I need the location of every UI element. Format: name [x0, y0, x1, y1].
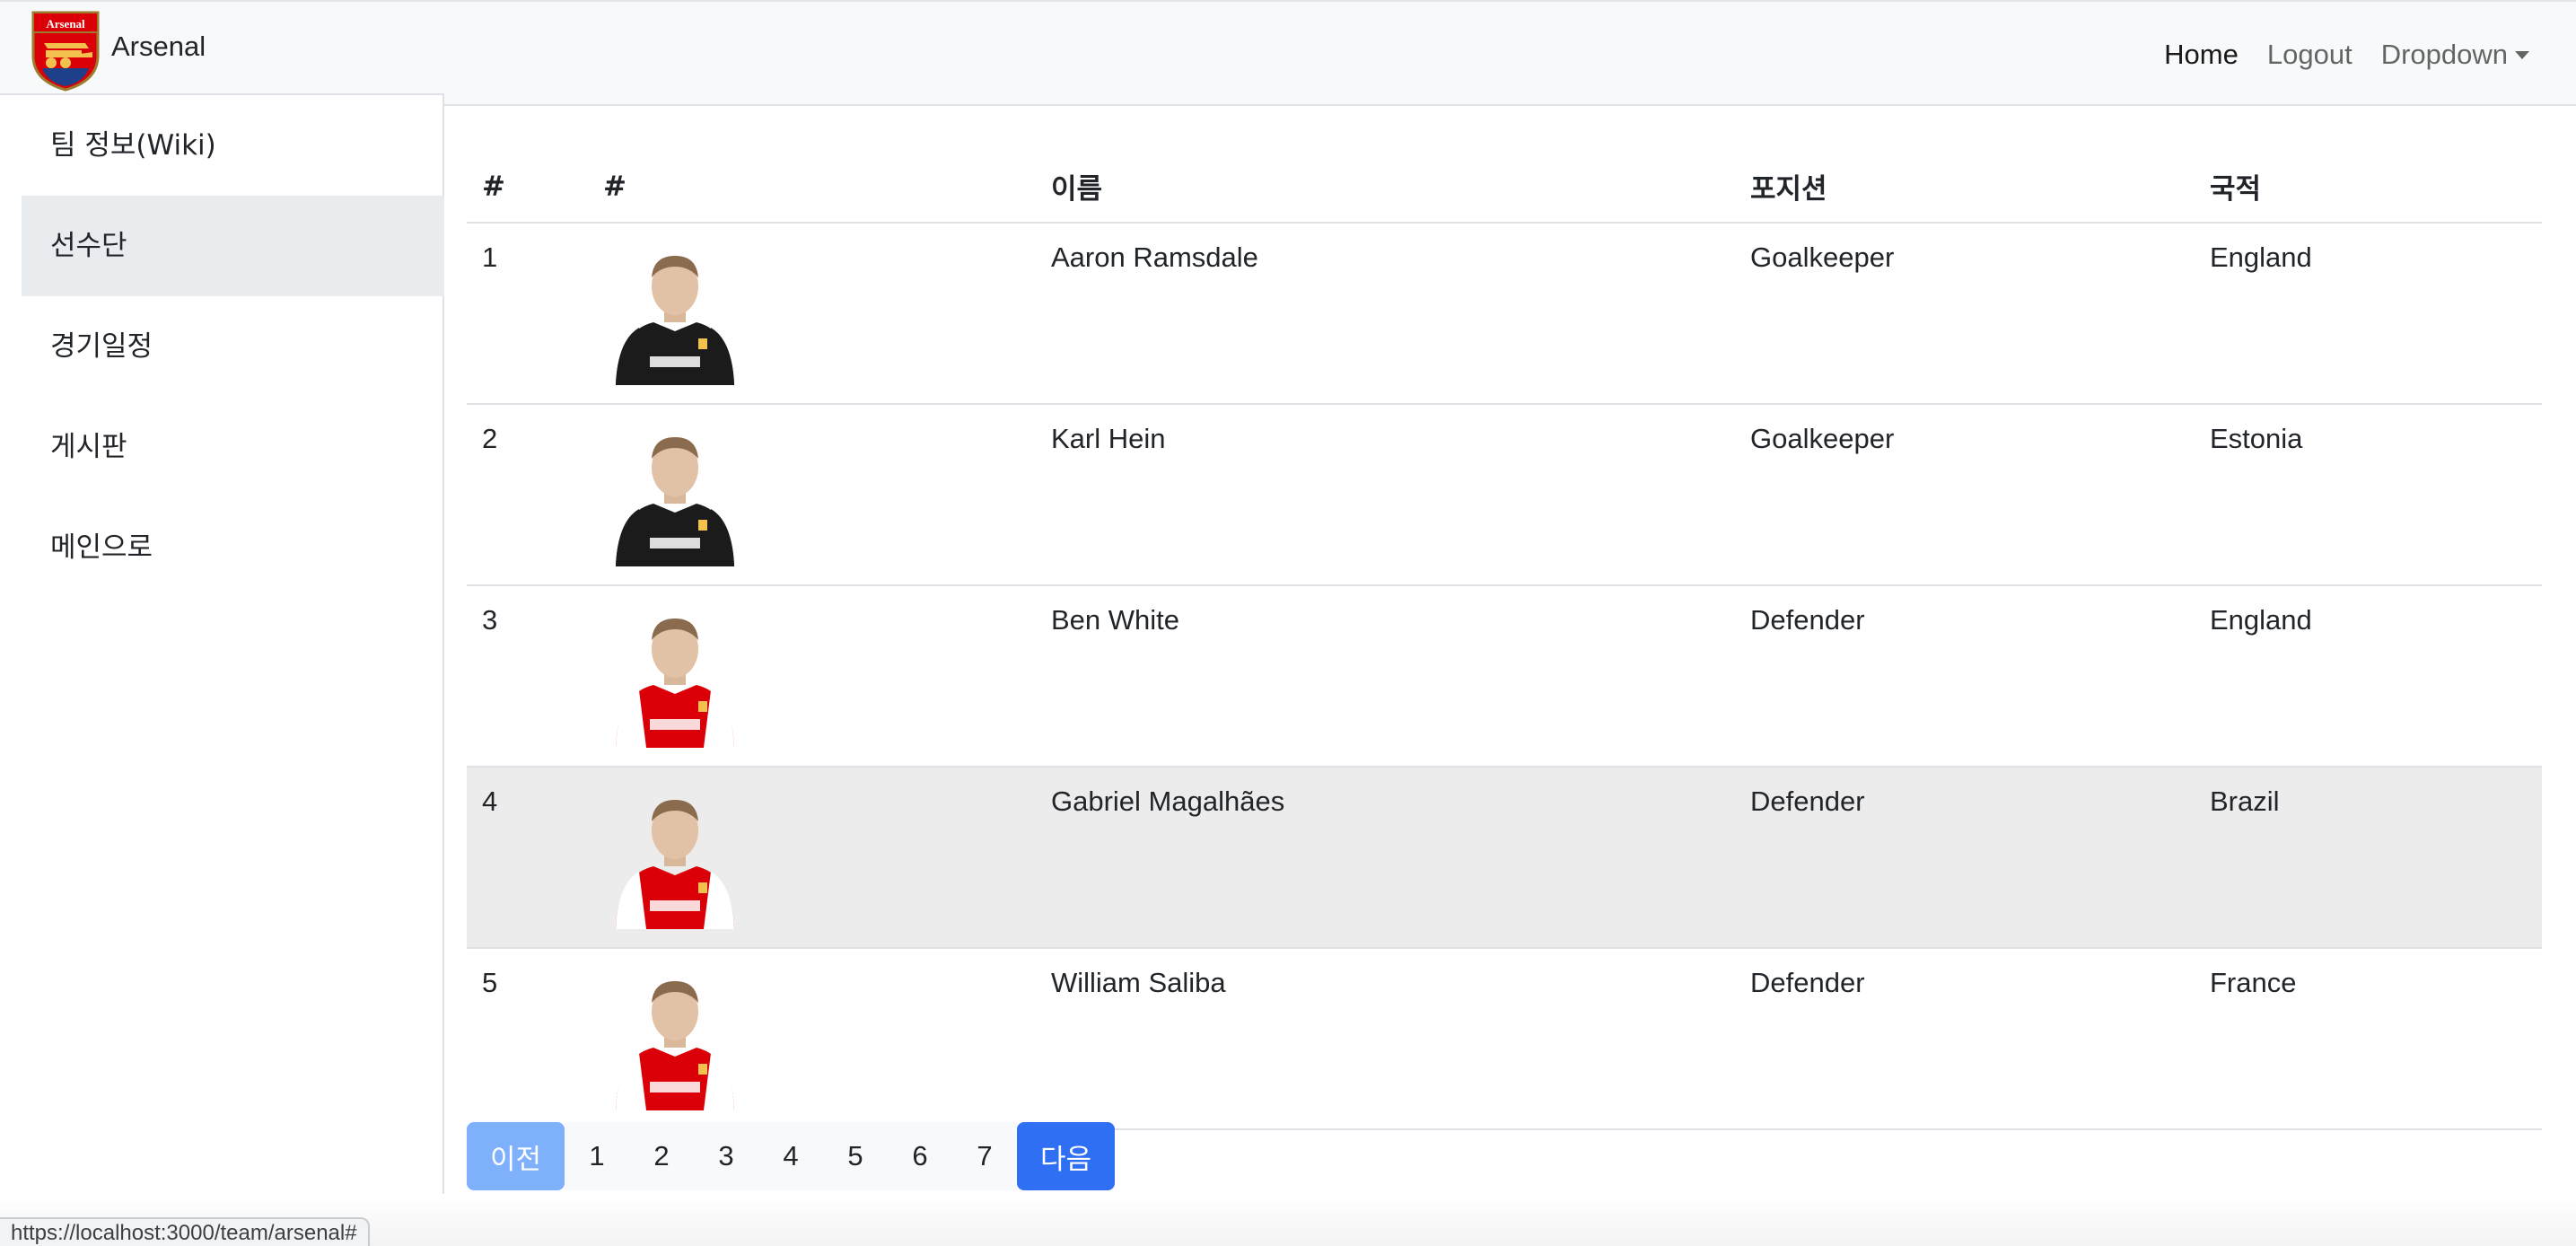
page-button-4[interactable]: 4 [758, 1122, 824, 1190]
player-photo [603, 785, 747, 929]
player-nationality: England [2195, 585, 2542, 768]
player-photo-cell [588, 585, 1036, 768]
sidebar-item-board[interactable]: 게시판 [22, 397, 444, 497]
player-photo [603, 604, 747, 748]
top-nav-links: Home Logout Dropdown [2164, 2, 2529, 108]
prev-page-button[interactable]: 이전 [467, 1122, 565, 1190]
player-photo [603, 423, 747, 566]
page-button-1[interactable]: 1 [565, 1122, 630, 1190]
player-number: 2 [467, 404, 588, 586]
sidebar-item-main[interactable]: 메인으로 [22, 497, 444, 598]
player-nationality: England [2195, 223, 2542, 405]
header-nationality: 국적 [2195, 151, 2542, 224]
window-bottom-shade [0, 1194, 2576, 1246]
player-position: Defender [1735, 585, 2195, 768]
player-photo [603, 241, 747, 385]
player-photo-cell [588, 948, 1036, 1130]
page-button-5[interactable]: 5 [823, 1122, 889, 1190]
player-nationality: Estonia [2195, 404, 2542, 586]
player-position: Goalkeeper [1735, 223, 2195, 405]
player-photo-cell [588, 404, 1036, 586]
caret-down-icon [2515, 51, 2529, 59]
header-position: 포지션 [1735, 151, 2195, 224]
header-photo: # [588, 151, 1036, 224]
player-number: 4 [467, 767, 588, 949]
player-name: Gabriel Magalhães [1036, 767, 1735, 949]
player-position: Defender [1735, 948, 2195, 1130]
player-number: 5 [467, 948, 588, 1130]
brand-name[interactable]: Arsenal [111, 31, 206, 63]
player-position: Goalkeeper [1735, 404, 2195, 586]
player-name: Karl Hein [1036, 404, 1735, 586]
player-position: Defender [1735, 767, 2195, 949]
players-table: # # 이름 포지션 국적 1 Aaron Ramsdale Goalkeeper E… [467, 151, 2542, 1130]
player-name: Ben White [1036, 585, 1735, 768]
table-row[interactable]: 2 Karl Hein Goalkeeper Estonia [467, 404, 2542, 586]
header-number: # [467, 151, 588, 224]
sidebar-item-squad[interactable]: 선수단 [22, 196, 444, 296]
nav-dropdown-toggle[interactable]: Dropdown [2381, 39, 2529, 71]
nav-home-link[interactable]: Home [2164, 39, 2239, 71]
table-row[interactable]: 3 Ben White Defender England [467, 585, 2542, 768]
page-button-3[interactable]: 3 [694, 1122, 759, 1190]
player-photo-cell [588, 223, 1036, 405]
player-name: Aaron Ramsdale [1036, 223, 1735, 405]
page-button-2[interactable]: 2 [629, 1122, 695, 1190]
player-photo [603, 967, 747, 1110]
header-name: 이름 [1036, 151, 1735, 224]
sidebar-item-fixtures[interactable]: 경기일정 [22, 296, 444, 397]
table-row[interactable]: 4 Gabriel Magalhães Defender Brazil [467, 767, 2542, 949]
sidebar-nav: 팀 정보(Wiki) 선수단 경기일정 게시판 메인으로 [22, 95, 444, 598]
page-button-6[interactable]: 6 [888, 1122, 953, 1190]
table-row[interactable]: 1 Aaron Ramsdale Goalkeeper England [467, 223, 2542, 405]
sidebar: Arsenal Arsenal 팀 정보(Wiki) 선수단 경기일정 게시판 … [0, 0, 444, 1194]
pagination: 이전 1 2 3 4 5 6 7 다음 [467, 1122, 1116, 1190]
nav-dropdown-label: Dropdown [2380, 39, 2508, 70]
player-nationality: Brazil [2195, 767, 2542, 949]
player-name: William Saliba [1036, 948, 1735, 1130]
table-row[interactable]: 5 William Saliba Defender France [467, 948, 2542, 1130]
page-button-7[interactable]: 7 [952, 1122, 1018, 1190]
top-navbar: Home Logout Dropdown [444, 0, 2576, 106]
player-photo-cell [588, 767, 1036, 949]
next-page-button[interactable]: 다음 [1017, 1122, 1116, 1190]
player-number: 1 [467, 223, 588, 405]
status-url-bar: https://localhost:3000/team/arsenal# [0, 1217, 370, 1246]
player-nationality: France [2195, 948, 2542, 1130]
navbar-brand[interactable]: Arsenal Arsenal [0, 0, 444, 95]
players-table-container: # # 이름 포지션 국적 1 Aaron Ramsdale Goalkeeper E… [467, 151, 2542, 1130]
table-header-row: # # 이름 포지션 국적 [467, 151, 2542, 224]
arsenal-crest-logo: Arsenal [31, 11, 100, 92]
nav-logout-link[interactable]: Logout [2267, 39, 2353, 71]
sidebar-item-team-info[interactable]: 팀 정보(Wiki) [22, 95, 444, 196]
player-number: 3 [467, 585, 588, 768]
svg-text:Arsenal: Arsenal [46, 17, 85, 31]
